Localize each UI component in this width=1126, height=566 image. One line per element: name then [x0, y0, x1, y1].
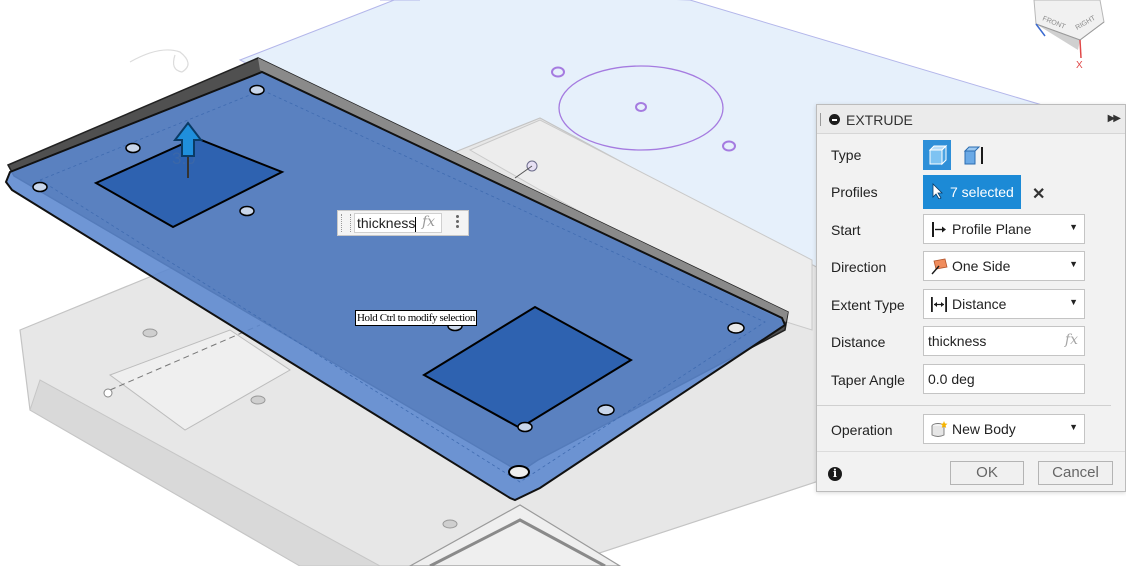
type-solid-button[interactable]: [923, 140, 951, 170]
hole: [250, 395, 266, 405]
hole: [442, 519, 458, 529]
hole: [125, 142, 141, 154]
drag-handle[interactable]: [341, 214, 351, 232]
chevron-down-icon: ▼: [1069, 259, 1078, 269]
info-icon[interactable]: i: [828, 467, 842, 481]
operation-label: Operation: [831, 422, 893, 438]
fx-icon[interactable]: fx: [1065, 332, 1078, 348]
hole: [727, 322, 745, 334]
extrude-thin-icon: [963, 146, 983, 165]
start-label: Start: [831, 222, 861, 238]
direction-dropdown[interactable]: One Side ▼: [923, 251, 1085, 281]
operation-dropdown[interactable]: New Body ▼: [923, 414, 1085, 444]
type-thin-button[interactable]: [960, 140, 988, 170]
collapse-icon[interactable]: [829, 114, 840, 125]
hole: [142, 328, 158, 338]
selection-tooltip: Hold Ctrl to modify selection: [355, 310, 477, 326]
more-options-icon[interactable]: [454, 213, 460, 233]
extrude-dialog: EXTRUDE ▶▶ Type Profiles 7 selected ✕ St…: [816, 104, 1126, 492]
cancel-button[interactable]: Cancel: [1038, 461, 1113, 485]
one-side-icon: [931, 258, 948, 275]
chevron-down-icon: ▼: [1069, 222, 1078, 232]
chevron-down-icon: ▼: [1069, 297, 1078, 307]
chevron-down-icon: ▼: [1069, 422, 1078, 432]
hole: [249, 84, 265, 96]
cursor-arrow-icon: [932, 183, 943, 199]
divider: [817, 451, 1125, 452]
dialog-header[interactable]: EXTRUDE ▶▶: [817, 105, 1125, 134]
taper-angle-label: Taper Angle: [831, 372, 905, 388]
expand-icon[interactable]: ▶▶: [1108, 113, 1121, 124]
distance-label: Distance: [831, 334, 886, 350]
clear-selection-icon[interactable]: ✕: [1032, 184, 1045, 204]
extent-type-dropdown[interactable]: Distance ▼: [923, 289, 1085, 319]
profiles-label: Profiles: [831, 184, 878, 200]
svg-text:X: X: [1076, 60, 1083, 71]
hole: [517, 421, 533, 433]
fx-icon[interactable]: fx: [422, 214, 435, 230]
profiles-selection[interactable]: 7 selected: [923, 175, 1021, 209]
direction-label: Direction: [831, 259, 887, 275]
hole: [32, 181, 48, 193]
extent-type-label: Extent Type: [831, 297, 905, 313]
sketch-glyph: [129, 49, 189, 73]
profile-plane-icon: [932, 222, 946, 237]
divider: [817, 405, 1111, 406]
inline-distance-input[interactable]: thickness fx: [337, 210, 469, 236]
sketch-point: [103, 388, 113, 398]
hole: [597, 404, 615, 416]
distance-input[interactable]: thickness fx: [923, 326, 1085, 356]
hole: [508, 465, 530, 479]
distance-icon: [931, 297, 947, 312]
dialog-title: EXTRUDE: [846, 112, 913, 128]
start-dropdown[interactable]: Profile Plane ▼: [923, 214, 1085, 244]
hole: [239, 205, 255, 217]
new-body-icon: [931, 421, 948, 437]
taper-angle-input[interactable]: 0.0 deg: [923, 364, 1085, 394]
view-cube[interactable]: FRONT RIGHT X: [1033, 0, 1105, 71]
type-label: Type: [831, 147, 862, 163]
extrude-solid-icon: [928, 144, 948, 166]
ok-button[interactable]: OK: [950, 461, 1024, 485]
